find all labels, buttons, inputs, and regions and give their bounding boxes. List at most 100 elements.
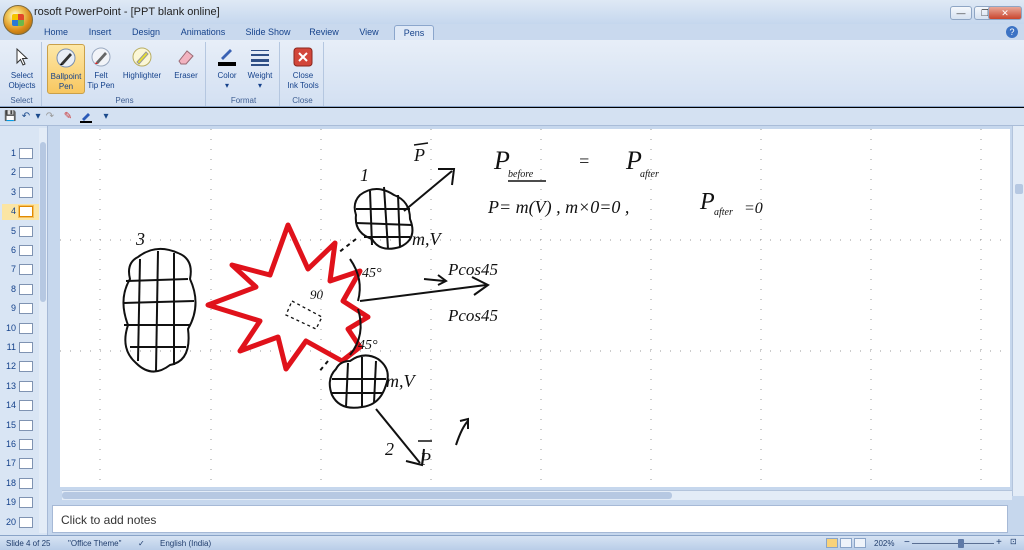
ink-p-bottom: P [419, 449, 431, 469]
customize-qat-icon[interactable]: ▾ [100, 111, 112, 123]
slideshow-view-icon[interactable] [854, 538, 866, 548]
slide-thumbnail[interactable]: 10 [2, 321, 40, 337]
slide-number: 19 [5, 497, 16, 508]
color-button[interactable]: Color ▾ [212, 44, 242, 94]
slide-thumbnail[interactable]: 3 [2, 185, 40, 201]
normal-view-icon[interactable] [826, 538, 838, 548]
help-icon[interactable]: ? [1006, 26, 1018, 38]
slide-preview [19, 497, 33, 509]
slide-number: 6 [10, 245, 16, 255]
slide-number: 2 [10, 167, 16, 178]
tab-animations[interactable]: Animations [172, 25, 234, 40]
ballpoint-pen-button[interactable]: Ballpoint Pen [47, 44, 85, 94]
horizontal-scroll-thumb[interactable] [62, 492, 672, 499]
slide-preview [19, 477, 33, 489]
fit-window-icon[interactable]: ⊡ [1010, 537, 1017, 546]
slide-thumbnail[interactable]: 15 [2, 418, 40, 434]
office-button[interactable] [3, 5, 33, 35]
slide-number: 4 [10, 206, 16, 217]
save-icon[interactable]: 💾 [4, 111, 16, 123]
pens-group: Ballpoint Pen Felt Tip Pen Highlighter E… [44, 42, 206, 106]
notes-pane[interactable]: Click to add notes [52, 505, 1008, 533]
felt-tip-pen-button[interactable]: Felt Tip Pen [86, 44, 116, 94]
tab-slide-show[interactable]: Slide Show [238, 25, 298, 40]
slide-thumbnail[interactable]: 9 [2, 301, 40, 317]
slide-preview [19, 148, 33, 159]
slide-thumbnail[interactable]: 16 [2, 437, 40, 453]
slide-preview [19, 361, 33, 373]
vertical-scroll-thumb[interactable] [1015, 184, 1023, 194]
slide-sorter-view-icon[interactable] [840, 538, 852, 548]
ink-after-2: after [714, 207, 733, 218]
office-logo-icon [12, 14, 24, 26]
language[interactable]: English (India) [160, 539, 211, 548]
redo-icon[interactable]: ↷ [44, 111, 56, 123]
weight-button[interactable]: Weight ▾ [244, 44, 276, 94]
ribbon-tabs: Home Insert Design Animations Slide Show… [0, 24, 1024, 40]
undo-dropdown-icon[interactable]: ▾ [32, 111, 44, 123]
slide-thumbnail[interactable]: 5 [2, 224, 40, 240]
tab-design[interactable]: Design [124, 25, 168, 40]
slide-thumbnail[interactable]: 4 [2, 204, 40, 221]
horizontal-scrollbar[interactable] [62, 490, 1012, 500]
slide-thumbnail[interactable]: 6 [2, 243, 40, 259]
slide-preview [18, 205, 34, 219]
slide-preview [19, 380, 33, 392]
pen-tool-icon[interactable]: ✎ [62, 111, 74, 123]
collision-box [285, 300, 323, 330]
slide[interactable]: P 1 2 3 m,V m,V 45° 45° 90 Pcos45 Pcos45… [60, 129, 1010, 487]
zoom-in-button[interactable]: + [996, 537, 1002, 548]
ink-mv-top: m,V [412, 229, 442, 249]
zoom-out-button[interactable]: − [904, 537, 910, 548]
close-ink-tools-button[interactable]: Close Ink Tools [284, 44, 322, 94]
status-bar: Slide 4 of 25 "Office Theme" ✓ English (… [0, 535, 1024, 550]
select-objects-button[interactable]: Select Objects [4, 44, 40, 94]
ink-equation: P= m(V) , m×0=0 , [487, 197, 629, 218]
slide-number: 11 [6, 342, 16, 352]
slide-thumbnail[interactable]: 2 [2, 165, 40, 181]
slide-preview [19, 264, 33, 276]
vertical-scrollbar[interactable] [1012, 126, 1024, 496]
quick-access-toolbar: 💾 ↶ ▾ ↷ ✎ ▾ [0, 108, 1024, 126]
tab-pens[interactable]: Pens [394, 25, 434, 40]
slide-thumbnail[interactable]: 1 [2, 146, 40, 162]
spellcheck-icon[interactable]: ✓ [138, 539, 145, 548]
zoom-slider-knob[interactable] [958, 539, 964, 548]
ink-45-top: 45° [362, 266, 382, 281]
slide-thumbnail[interactable]: 18 [2, 476, 40, 492]
close-ink-icon [293, 47, 313, 67]
zoom-slider[interactable] [912, 543, 994, 544]
ink-equals-zero: =0 [744, 200, 763, 217]
slide-thumbnail[interactable]: 14 [2, 398, 40, 414]
tab-home[interactable]: Home [36, 25, 76, 40]
ink-drawing: P 1 2 3 m,V m,V 45° 45° 90 Pcos45 Pcos45… [60, 129, 1010, 487]
slide-preview [19, 283, 33, 295]
ink-label-1: 1 [360, 165, 369, 185]
tab-review[interactable]: Review [302, 25, 346, 40]
slide-panel-scroll-thumb[interactable] [40, 142, 46, 302]
eraser-button[interactable]: Eraser [170, 44, 202, 94]
slide-preview [19, 322, 33, 334]
slide-thumbnail[interactable]: 19 [2, 495, 40, 511]
highlighter-button[interactable]: Highlighter [118, 44, 166, 94]
pen-color-qat-icon[interactable] [80, 111, 92, 123]
slide-thumbnail[interactable]: 17 [2, 456, 40, 472]
window-title: rosoft PowerPoint - [PPT blank online] [34, 6, 220, 18]
slide-thumbnail[interactable]: 20 [2, 515, 40, 531]
zoom-level[interactable]: 202% [874, 539, 894, 548]
theme-name: "Office Theme" [68, 539, 122, 548]
cursor-arrow-icon [16, 47, 29, 66]
minimize-button[interactable]: — [950, 6, 972, 20]
slide-thumbnail[interactable]: 8 [2, 282, 40, 298]
slide-number: 17 [5, 458, 16, 469]
slide-thumbnail[interactable]: 11 [2, 340, 40, 356]
undo-icon[interactable]: ↶ [20, 111, 32, 123]
slide-thumbnail[interactable]: 7 [2, 262, 40, 278]
slide-thumbnail[interactable]: 13 [2, 379, 40, 395]
slide-panel-scrollbar[interactable] [39, 128, 47, 533]
tab-view[interactable]: View [350, 25, 388, 40]
close-window-button[interactable]: ✕ [988, 6, 1022, 20]
tab-insert[interactable]: Insert [80, 25, 120, 40]
ink-label-3: 3 [135, 229, 145, 249]
slide-thumbnail[interactable]: 12 [2, 359, 40, 375]
